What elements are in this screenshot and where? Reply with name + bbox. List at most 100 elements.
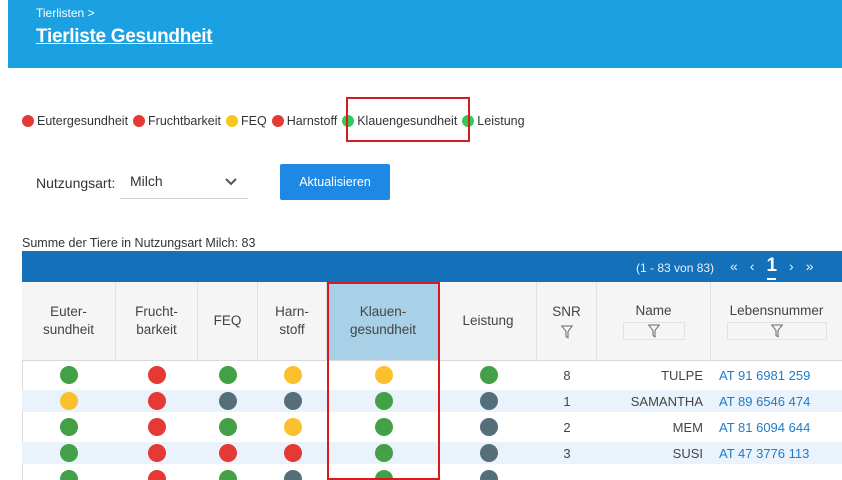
status-dot-icon [60, 418, 78, 436]
legend-highlight-box [346, 97, 470, 142]
filter-icon[interactable] [647, 324, 660, 338]
status-dot-icon [271, 115, 284, 127]
nutzungsart-value: Milch [130, 173, 163, 189]
cell-lebensnummer-link[interactable]: AT 47 3776 113 [711, 442, 842, 464]
column-title-line: stoff [279, 322, 305, 337]
legend-item-fruchtbarkeit: Fruchtbarkeit [133, 114, 221, 128]
cell-lebensnummer-link[interactable]: AT 81 6094 644 [711, 416, 842, 438]
status-dot-icon [219, 392, 237, 410]
legend-label: Harnstoff [286, 114, 338, 128]
column-header-lebensnummer[interactable]: Lebensnummer [711, 282, 842, 361]
column-header-klauengesundheit[interactable]: Klauen- gesundheit [327, 282, 440, 361]
cell-name: MEM [672, 419, 703, 435]
cell-snr: 1 [563, 393, 571, 409]
table-row[interactable]: 3 SUSI AT 47 3776 113 [22, 442, 842, 464]
status-dot-icon [60, 444, 78, 462]
chevron-down-icon [225, 178, 237, 186]
column-header-leistung[interactable]: Leistung [440, 282, 537, 361]
cell-feq [198, 364, 258, 386]
column-title-line: Klauen- [359, 304, 407, 319]
cell-name: SUSI [672, 445, 703, 461]
column-header-feq[interactable]: FEQ [198, 282, 258, 361]
first-page-button[interactable]: « [730, 258, 738, 274]
column-header-name[interactable]: Name [597, 282, 711, 361]
name-filter-field[interactable] [622, 322, 685, 340]
legend-label: Eutergesundheit [37, 114, 129, 128]
pagination: « ‹ 1 › » [730, 255, 826, 280]
table-row[interactable] [22, 468, 842, 480]
legend-item-harnstoff: Harnstoff [271, 114, 338, 128]
cell-harnstoff [258, 390, 327, 412]
cell-eutergesundheit [22, 416, 116, 438]
status-dot-icon [148, 392, 166, 410]
last-page-button[interactable]: » [806, 258, 814, 274]
status-dot-icon [283, 444, 302, 462]
column-header-eutergesundheit[interactable]: Euter- sundheit [22, 282, 116, 361]
cell-harnstoff [258, 416, 327, 438]
nutzungsart-select[interactable]: Milch [120, 164, 248, 199]
status-dot-icon [219, 444, 237, 462]
cell-name: SAMANTHA [630, 393, 703, 409]
column-title: Name [635, 303, 672, 318]
grid-toolbar: (1 - 83 von 83) « ‹ 1 › » [22, 251, 842, 282]
legend-item-feq: FEQ [226, 114, 267, 128]
column-header-harnstoff[interactable]: Harn- stoff [258, 282, 327, 361]
column-header-snr[interactable]: SNR [537, 282, 597, 361]
breadcrumb[interactable]: Tierlisten > [36, 6, 95, 20]
cell-eutergesundheit [22, 364, 116, 386]
status-dot-icon [374, 470, 393, 480]
prev-page-button[interactable]: ‹ [750, 258, 755, 274]
status-dot-icon [60, 366, 78, 384]
table-row[interactable]: 1 SAMANTHA AT 89 6546 474 [22, 390, 842, 412]
cell-feq [198, 468, 258, 480]
cell-leistung [440, 442, 537, 464]
cell-snr: 8 [563, 367, 571, 383]
current-page[interactable]: 1 [766, 255, 777, 280]
status-dot-icon [226, 115, 238, 127]
cell-fruchtbarkeit [116, 416, 198, 438]
cell-leistung [440, 364, 537, 386]
legend-label: FEQ [241, 114, 267, 128]
status-dot-icon [283, 470, 302, 480]
nutzungsart-label: Nutzungsart: [36, 175, 116, 191]
column-title-line: gesundheit [349, 322, 417, 337]
cell-fruchtbarkeit [116, 364, 198, 386]
table-row[interactable]: 8 TULPE AT 91 6981 259 [22, 364, 842, 386]
cell-fruchtbarkeit [116, 468, 198, 480]
status-dot-icon [479, 392, 498, 410]
update-button[interactable]: Aktualisieren [280, 164, 390, 200]
cell-leistung [440, 416, 537, 438]
filter-icon[interactable] [560, 325, 573, 339]
cell-harnstoff [258, 442, 327, 464]
cell-snr: 2 [563, 419, 571, 435]
status-dot-icon [60, 392, 78, 410]
table-row[interactable]: 2 MEM AT 81 6094 644 [22, 416, 842, 438]
legend-label: Fruchtbarkeit [148, 114, 221, 128]
cell-harnstoff [258, 468, 327, 480]
cell-leistung [440, 468, 537, 480]
status-dot-icon [148, 418, 166, 436]
status-dot-icon [374, 366, 393, 384]
cell-feq [198, 416, 258, 438]
filter-icon[interactable] [770, 324, 783, 338]
cell-eutergesundheit [22, 442, 116, 464]
cell-klauengesundheit [327, 416, 440, 438]
page-range: (1 - 83 von 83) [636, 261, 715, 275]
animal-count-summary: Summe der Tiere in Nutzungsart Milch: 83 [22, 236, 256, 250]
status-dot-icon [219, 366, 237, 384]
column-header-fruchtbarkeit[interactable]: Frucht- barkeit [116, 282, 198, 361]
status-dot-icon [283, 418, 302, 436]
column-title: FEQ [213, 313, 242, 328]
status-dot-icon [479, 444, 498, 462]
next-page-button[interactable]: › [789, 258, 794, 274]
column-title: SNR [552, 304, 581, 319]
page-title[interactable]: Tierliste Gesundheit [36, 26, 213, 48]
cell-feq [198, 442, 258, 464]
cell-lebensnummer-link[interactable]: AT 89 6546 474 [711, 390, 842, 412]
cell-lebensnummer-link[interactable]: AT 91 6981 259 [711, 364, 842, 386]
cell-fruchtbarkeit [116, 442, 198, 464]
lebensnummer-filter-field[interactable] [726, 322, 827, 340]
legend-item-leistung: Leistung [462, 114, 525, 128]
cell-klauengesundheit [327, 442, 440, 464]
legend-label: Leistung [477, 114, 525, 128]
